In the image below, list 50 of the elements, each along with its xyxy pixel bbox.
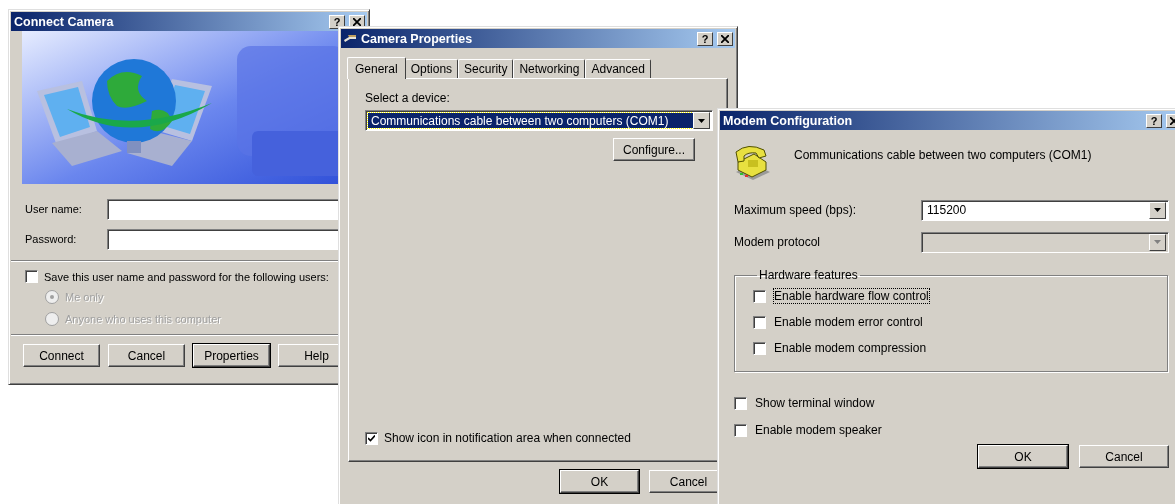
checkbox-label: Show terminal window	[755, 396, 875, 410]
tab[interactable]: Options	[404, 59, 459, 78]
dialog-button[interactable]: Connect	[23, 344, 100, 367]
checkbox-label: Enable modem speaker	[755, 423, 882, 437]
field-label: User name:	[25, 203, 83, 215]
window-title: Modem Configuration	[723, 113, 854, 128]
field-label: Modem protocol	[734, 235, 822, 249]
dialog-button[interactable]: OK	[560, 470, 639, 493]
help-button[interactable]: ?	[697, 31, 713, 46]
speed-dropdown[interactable]: 115200	[921, 199, 1169, 221]
cable-icon	[344, 34, 357, 43]
caret-icon	[1154, 208, 1161, 212]
field-label: Maximum speed (bps):	[734, 203, 858, 217]
dialog-button[interactable]: Cancel	[108, 344, 185, 367]
checkbox[interactable]	[753, 341, 766, 355]
check-mark-icon	[368, 434, 375, 442]
device-dropdown[interactable]: Communications cable between two computers (COM1)	[365, 110, 713, 131]
tab[interactable]: Advanced	[585, 59, 651, 78]
tab[interactable]: Networking	[513, 59, 586, 78]
caret-icon	[698, 118, 705, 123]
checkbox-label: Enable modem compression	[774, 341, 927, 355]
tab[interactable]: General	[347, 57, 406, 79]
dialog-button[interactable]: Properties	[193, 344, 270, 367]
checkbox-label: Show icon in notification area when connected	[384, 431, 631, 445]
caret-icon	[1154, 240, 1161, 244]
close-icon	[1170, 116, 1175, 125]
checkbox[interactable]	[734, 423, 747, 437]
field-label: Select a device:	[365, 91, 451, 105]
configure-button[interactable]: Configure...	[613, 138, 695, 161]
checkbox[interactable]	[753, 289, 766, 303]
group-title: Hardware features	[758, 268, 859, 282]
checkbox-label: Enable modem error control	[774, 315, 923, 329]
window-title: Connect Camera	[14, 14, 115, 29]
close-icon	[353, 17, 361, 26]
dialog-button[interactable]: Cancel	[1079, 445, 1169, 468]
checkbox[interactable]	[753, 315, 766, 329]
checkbox-label: Enable hardware flow control	[774, 289, 929, 303]
help-button[interactable]: ?	[329, 14, 345, 29]
checkbox-label: Save this user name and password for the following users:	[44, 270, 329, 283]
help-button[interactable]: ?	[1146, 113, 1162, 128]
device-name: Communications cable between two computers (COM1)	[794, 148, 1092, 162]
checkbox[interactable]	[365, 431, 378, 445]
checkbox[interactable]	[734, 396, 747, 410]
field-label: Password:	[25, 233, 78, 245]
checkbox[interactable]	[25, 270, 38, 283]
dialog-button[interactable]: OK	[978, 445, 1068, 468]
close-icon	[721, 34, 729, 43]
close-button[interactable]	[717, 31, 733, 46]
window-title: Camera Properties	[361, 31, 474, 46]
tab[interactable]: Security	[458, 59, 514, 78]
